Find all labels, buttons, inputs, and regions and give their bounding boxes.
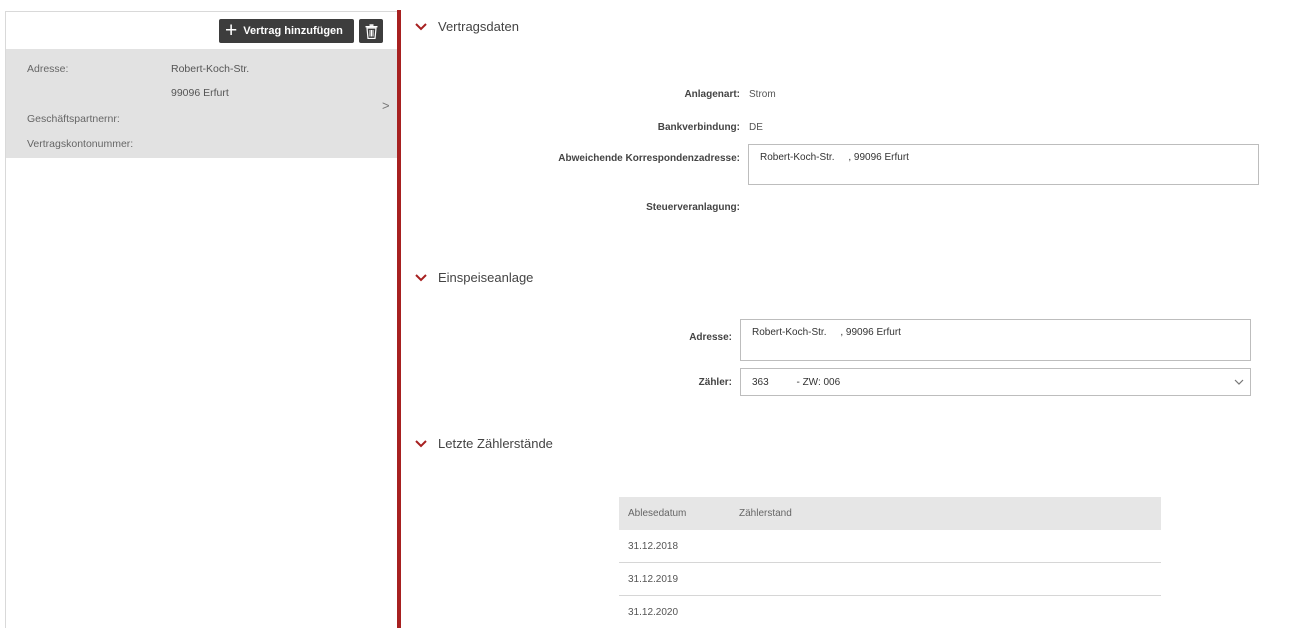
account-number-label: Vertragskontonummer: (27, 138, 134, 150)
add-contract-button[interactable]: + Vertrag hinzufügen (219, 19, 354, 43)
corr-address-label: Abweichende Korrespondenzadresse: (558, 153, 740, 164)
table-row[interactable]: 31.12.2018 (619, 530, 1161, 563)
add-contract-label: Vertrag hinzufügen (243, 25, 343, 37)
section-title: Vertragsdaten (438, 19, 519, 34)
meter-label: Zähler: (698, 377, 732, 388)
contract-toolbar: + Vertrag hinzufügen (6, 12, 397, 49)
table-header: Ablesedatum Zählerstand (619, 497, 1161, 530)
chevron-down-icon (415, 273, 427, 281)
plus-icon: + (225, 19, 238, 42)
plant-type-value: Strom (749, 89, 776, 100)
corr-address-field[interactable]: Robert-Koch-Str. , 99096 Erfurt (748, 144, 1259, 185)
section-header-zaehlerstaende[interactable]: Letzte Zählerstände (414, 436, 553, 451)
chevron-down-icon (415, 22, 427, 30)
contract-list-panel: + Vertrag hinzufügen Adresse: Robert-Koc… (0, 0, 398, 628)
column-header-reading: Zählerstand (739, 508, 792, 519)
reading-date: 31.12.2018 (628, 540, 679, 552)
chevron-down-icon (415, 439, 427, 447)
meter-select-value: 363 - ZW: 006 (752, 376, 841, 388)
meter-select[interactable]: 363 - ZW: 006 (740, 368, 1251, 396)
column-header-date: Ablesedatum (628, 508, 687, 519)
bank-value: DE (749, 122, 763, 133)
tax-label: Steuerveranlagung: (646, 202, 740, 213)
table-row[interactable]: 31.12.2020 (619, 596, 1161, 628)
address-line2: 99096 Erfurt (171, 87, 229, 99)
section-header-einspeiseanlage[interactable]: Einspeiseanlage (414, 270, 533, 285)
delete-button[interactable] (359, 19, 383, 43)
bank-label: Bankverbindung: (657, 122, 740, 133)
trash-icon (365, 23, 377, 39)
panel-divider (397, 10, 401, 628)
section-header-vertragsdaten[interactable]: Vertragsdaten (414, 19, 519, 34)
section-title: Letzte Zählerstände (438, 436, 553, 451)
section-title: Einspeiseanlage (438, 270, 534, 285)
feed-address-field[interactable]: Robert-Koch-Str. , 99096 Erfurt (740, 319, 1251, 361)
feed-address-label: Adresse: (689, 332, 732, 343)
contract-list-item[interactable]: Adresse: Robert-Koch-Str. 99096 Erfurt G… (6, 49, 397, 158)
plant-type-label: Anlagenart: (684, 89, 740, 100)
reading-date: 31.12.2019 (628, 573, 679, 585)
address-line1: Robert-Koch-Str. (171, 63, 250, 75)
chevron-right-icon: > (382, 98, 390, 113)
table-row[interactable]: 31.12.2019 (619, 563, 1161, 596)
partner-number-label: Geschäftspartnernr: (27, 113, 120, 125)
address-label: Adresse: (27, 63, 69, 75)
chevron-down-icon (1234, 379, 1244, 385)
reading-date: 31.12.2020 (628, 606, 679, 618)
readings-table: Ablesedatum Zählerstand 31.12.2018 31.12… (619, 497, 1161, 628)
